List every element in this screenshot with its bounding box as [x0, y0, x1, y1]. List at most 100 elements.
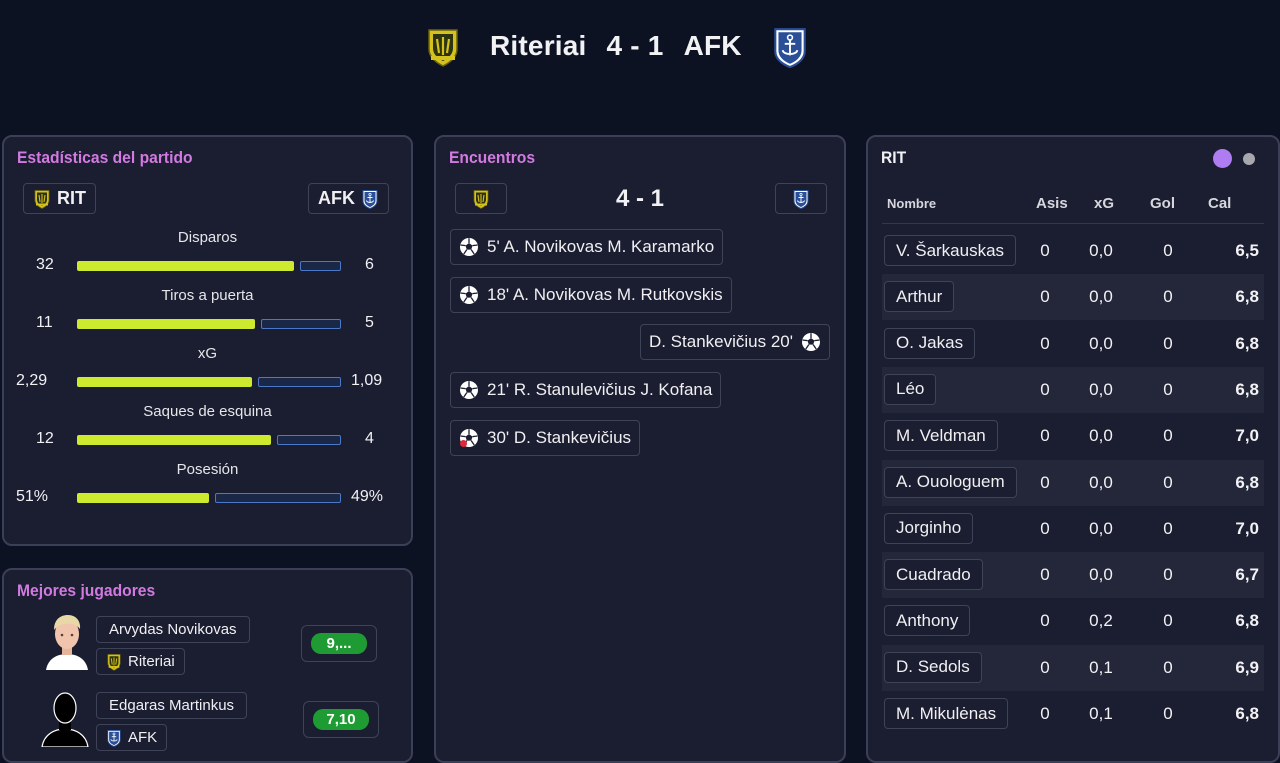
table-row[interactable]: D. Sedols 0 0,1 0 6,9	[882, 644, 1264, 691]
player-name-chip[interactable]: V. Šarkauskas	[884, 235, 1017, 266]
player-name-chip[interactable]: Léo	[884, 373, 937, 405]
player-rating: 6,8	[1235, 287, 1259, 307]
match-title: Riteriai 4 - 1 AFK	[490, 30, 742, 62]
best-player-1-team-chip[interactable]: Riteriai	[96, 648, 185, 675]
player-name: Léo	[896, 379, 925, 399]
player-xg: 0,1	[1089, 704, 1113, 723]
stat-away-value: 4	[365, 430, 374, 447]
player-goals: 0	[1163, 333, 1173, 353]
player-xg: 0,0	[1089, 565, 1113, 585]
own-goal-icon	[459, 428, 479, 448]
best-player-2-rating: 7,10	[313, 709, 369, 730]
stat-home-bar	[77, 319, 255, 329]
player-rating: 6,8	[1235, 472, 1259, 492]
player-rating: 6,7	[1235, 565, 1259, 585]
table-row[interactable]: Anthony 0 0,2 0 6,8	[882, 598, 1264, 644]
player-xg: 0,0	[1089, 333, 1113, 353]
player-rating: 6,8	[1235, 333, 1259, 353]
player-name: M. Mikulėnas	[896, 703, 997, 723]
player-name: Anthony	[896, 610, 959, 630]
table-row[interactable]: Jorginho 0 0,0 0 7,0	[882, 506, 1264, 552]
football-icon	[801, 332, 821, 352]
best-player-1-name-chip[interactable]: Arvydas Novikovas	[96, 616, 250, 643]
encounters-panel: Encuentros 4 - 1 5' A. Novikovas M. Kara…	[434, 135, 846, 763]
football-icon	[459, 285, 479, 305]
player-goals: 0	[1163, 241, 1173, 260]
stat-home-value: 2,29	[16, 372, 48, 389]
best-player-1-name: Arvydas Novikovas	[109, 621, 237, 638]
player-photo-avatar	[46, 615, 88, 670]
player-rating: 6,5	[1235, 241, 1259, 260]
player-assists: 0	[1040, 657, 1050, 677]
stat-label: Saques de esquina	[143, 403, 272, 420]
stat-label: xG	[197, 345, 218, 362]
player-assists: 0	[1040, 704, 1050, 723]
event-item[interactable]: 30' D. Stankevičius	[450, 420, 641, 456]
best-players-title: Mejores jugadores	[17, 581, 156, 600]
player-name-chip[interactable]: M. Mikulėnas	[884, 698, 1009, 729]
stat-away-bar	[258, 377, 341, 387]
player-xg: 0,0	[1089, 241, 1113, 260]
encounters-title: Encuentros	[449, 148, 536, 167]
stat-away-bar	[261, 319, 341, 329]
event-item[interactable]: D. Stankevičius 20'	[639, 324, 830, 360]
player-goals: 0	[1163, 426, 1173, 446]
player-goals: 0	[1163, 287, 1173, 307]
stat-away-value: 5	[365, 314, 374, 331]
best-player-2-team-chip[interactable]: AFK	[96, 724, 168, 751]
table-row[interactable]: M. Veldman 0 0,0 0 7,0	[882, 413, 1264, 459]
riteriai-crest-icon	[33, 189, 51, 209]
header-gol: Gol	[1150, 195, 1175, 212]
page-dot-active[interactable]	[1213, 149, 1232, 168]
player-assists: 0	[1040, 518, 1050, 538]
event-item[interactable]: 5' A. Novikovas M. Karamarko	[450, 229, 724, 265]
table-row[interactable]: A. Ouologuem 0 0,0 0 6,8	[882, 459, 1264, 506]
table-row[interactable]: Arthur 0 0,0 0 6,8	[882, 274, 1264, 321]
player-name-chip[interactable]: Arthur	[884, 281, 955, 313]
player-goals: 0	[1163, 379, 1173, 399]
football-icon	[459, 380, 479, 400]
table-row[interactable]: Cuadrado 0 0,0 0 6,7	[882, 552, 1264, 599]
table-row[interactable]: Léo 0 0,0 0 6,8	[882, 366, 1264, 413]
away-team-chip[interactable]: AFK	[308, 183, 389, 214]
player-name-chip[interactable]: Anthony	[884, 605, 971, 637]
player-xg: 0,0	[1089, 426, 1113, 446]
header-nombre: Nombre	[887, 196, 937, 211]
stat-away-value: 1,09	[351, 372, 383, 389]
player-assists: 0	[1040, 611, 1050, 631]
page-dot-inactive[interactable]	[1243, 153, 1255, 165]
player-xg: 0,1	[1089, 657, 1113, 677]
player-name-chip[interactable]: O. Jakas	[884, 327, 976, 359]
players-team-title: RIT	[881, 148, 907, 167]
best-player-1-rating-box: 9,...	[301, 625, 377, 662]
event-item[interactable]: 21' R. Stanulevičius J. Kofana	[450, 372, 722, 408]
player-assists: 0	[1040, 379, 1050, 399]
player-name-chip[interactable]: Jorginho	[884, 512, 974, 544]
player-ratings-panel: RIT Nombre Asis xG Gol Cal V. Šarkauskas…	[866, 135, 1280, 763]
stat-label: Disparos	[177, 229, 238, 246]
player-name-chip[interactable]: Cuadrado	[884, 559, 983, 591]
stat-away-bar	[215, 493, 341, 503]
player-rating: 6,8	[1235, 379, 1259, 399]
player-name-chip[interactable]: D. Sedols	[884, 651, 982, 683]
event-item[interactable]: 18' A. Novikovas M. Rutkovskis	[450, 277, 732, 313]
best-player-1-rating: 9,...	[311, 633, 367, 654]
best-player-2-name-chip[interactable]: Edgaras Martinkus	[96, 692, 248, 719]
riteriai-crest-icon	[425, 26, 461, 68]
stat-label: Tiros a puerta	[161, 287, 254, 304]
table-row[interactable]: M. Mikulėnas 0 0,1 0 6,8	[882, 691, 1264, 737]
player-name: A. Ouologuem	[896, 472, 1005, 491]
away-team-filter-chip[interactable]	[775, 183, 827, 214]
header-xg: xG	[1094, 195, 1115, 212]
player-assists: 0	[1040, 472, 1050, 492]
player-name-chip[interactable]: M. Veldman	[884, 420, 998, 452]
stat-away-bar	[277, 435, 341, 445]
table-row[interactable]: O. Jakas 0 0,0 0 6,8	[882, 321, 1264, 367]
player-goals: 0	[1163, 518, 1173, 538]
player-name-chip[interactable]: A. Ouologuem	[884, 466, 1017, 498]
home-team-chip[interactable]: RIT	[23, 183, 96, 214]
table-row[interactable]: V. Šarkauskas 0 0,0 0 6,5	[882, 228, 1264, 274]
stat-home-bar	[77, 435, 271, 445]
stat-label: Posesión	[176, 461, 239, 478]
match-stats-panel: Estadísticas del partido RIT AFK Disparo…	[2, 135, 413, 546]
